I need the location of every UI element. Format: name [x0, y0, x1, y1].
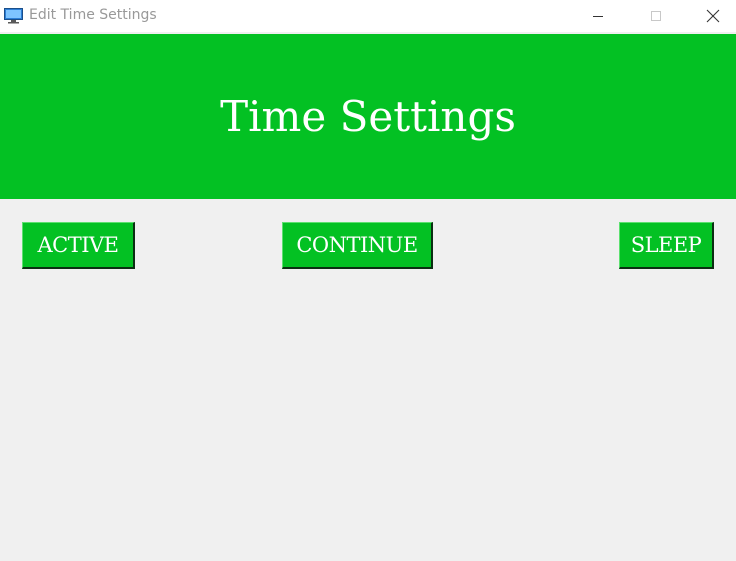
continue-button[interactable]: CONTINUE	[282, 222, 433, 269]
window-title: Edit Time Settings	[29, 7, 157, 23]
sleep-button[interactable]: SLEEP	[619, 222, 714, 269]
title-bar[interactable]: Edit Time Settings	[0, 0, 736, 32]
minimize-icon	[592, 10, 604, 22]
minimize-button[interactable]	[575, 0, 621, 32]
maximize-icon	[650, 10, 662, 22]
monitor-icon	[4, 8, 23, 24]
page-title: Time Settings	[220, 92, 516, 141]
header-banner: Time Settings	[0, 34, 736, 199]
close-button[interactable]	[690, 0, 736, 32]
close-icon	[706, 9, 720, 23]
maximize-button[interactable]	[633, 0, 679, 32]
active-button[interactable]: ACTIVE	[22, 222, 135, 269]
